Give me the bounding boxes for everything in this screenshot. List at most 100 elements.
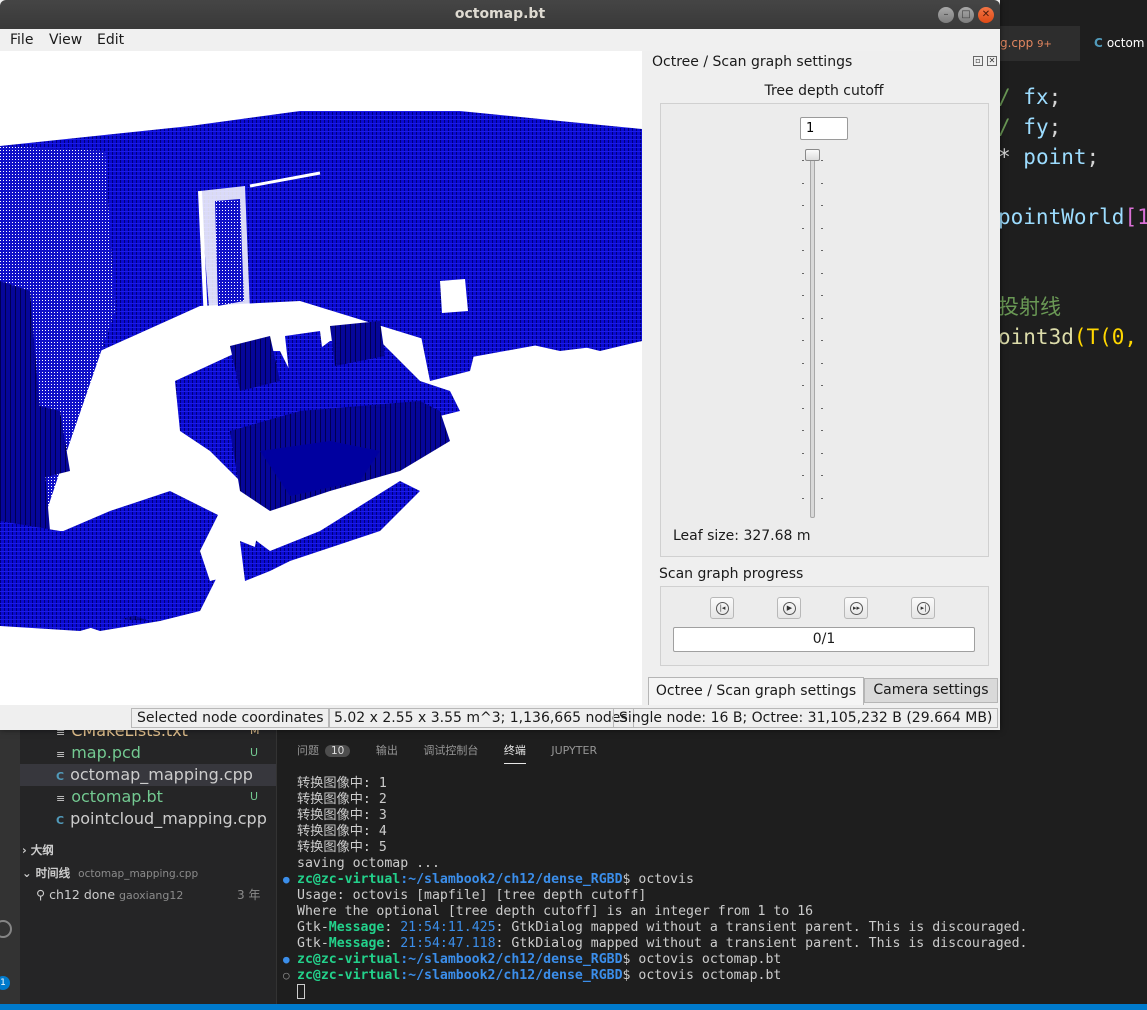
tree-depth-label: Tree depth cutoff <box>764 83 884 99</box>
tab-jupyter[interactable]: JUPYTER <box>551 744 597 757</box>
skip-start-icon: |◂ <box>716 602 729 615</box>
slider-tick <box>821 205 823 206</box>
slider-tick <box>821 272 823 274</box>
menu-file[interactable]: File <box>10 32 33 48</box>
slider-tick <box>802 452 804 454</box>
slider-tick <box>802 182 804 184</box>
tab-octree-settings[interactable]: Octree / Scan graph settings <box>648 677 864 705</box>
terminal-cursor-line <box>297 984 1027 1001</box>
vscode-status-bar <box>0 1004 1147 1010</box>
slider-tick <box>802 317 804 319</box>
leaf-size-label: Leaf size: 327.68 m <box>673 528 811 544</box>
tree-depth-slider-handle[interactable] <box>805 149 820 161</box>
tree-depth-spinbox[interactable]: 1 <box>800 117 848 140</box>
slider-tick <box>821 250 823 251</box>
menu-bar: File View Edit <box>0 29 1000 51</box>
slider-tick <box>821 407 823 409</box>
timeline-entry[interactable]: ⚲ ch12 done gaoxiang12 <box>36 884 183 906</box>
editor-tab-cpp[interactable]: g.cpp 9+ <box>1000 26 1080 61</box>
timeline-section-header[interactable]: ⌄ 时间线 octomap_mapping.cpp <box>22 862 198 884</box>
slider-tick <box>821 160 823 161</box>
terminal-line: 转换图像中: 5 <box>297 840 387 855</box>
terminal-line: 转换图像中: 3 <box>297 808 387 823</box>
dock-close-icon[interactable]: ✕ <box>987 56 997 66</box>
code-line: oint3d(T(0, <box>998 325 1138 349</box>
dock-title: Octree / Scan graph settings <box>652 54 853 70</box>
terminal-output[interactable]: 转换图像中: 1 转换图像中: 2 转换图像中: 3 转换图像中: 4 转换图像中: 5… <box>283 776 1027 1001</box>
slider-tick <box>821 340 823 341</box>
tab-output[interactable]: 输出 <box>376 742 398 758</box>
slider-tick <box>802 475 804 476</box>
file-item-map-pcd[interactable]: ≡ map.pcd <box>56 742 141 764</box>
terminal-line: saving octomap ... <box>297 856 440 871</box>
terminal-prompt-line: ● zc@zc-virtual:~/slambook2/ch12/dense_RG… <box>283 872 694 887</box>
menu-view[interactable]: View <box>49 32 82 48</box>
slider-tick <box>821 317 823 319</box>
slider-tick <box>802 340 804 341</box>
settings-update-badge[interactable]: 1 <box>0 976 10 990</box>
slider-tick <box>821 182 823 184</box>
timeline-age: 3 年 <box>237 888 261 902</box>
tab-camera-settings[interactable]: Camera settings <box>864 678 998 703</box>
editor-tab-label: octom <box>1106 36 1145 50</box>
step-forward-icon: ▸▸ <box>850 602 863 615</box>
slider-tick <box>802 227 804 229</box>
problems-count-badge: 10 <box>325 745 351 757</box>
map-dimensions: 5.02 x 2.55 x 3.55 m^3; 1,136,665 nodes <box>328 708 634 728</box>
panel-tabs: 问题 10 输出 调试控制台 终端 JUPYTER <box>297 742 619 764</box>
slider-tick <box>821 475 823 476</box>
terminal-line: Where the optional [tree depth cutoff] i… <box>297 904 814 919</box>
file-item-octomap-mapping[interactable]: Coctomap_mapping.cpp <box>56 764 253 786</box>
git-status-badge: U <box>250 746 259 759</box>
menu-edit[interactable]: Edit <box>97 32 124 48</box>
code-line: * point; <box>998 145 1100 169</box>
chevron-down-icon: ⌄ <box>22 866 36 880</box>
slider-tick <box>821 452 823 454</box>
octomap-render <box>0 111 642 631</box>
terminal-prompt-line: ● zc@zc-virtual:~/slambook2/ch12/dense_RG… <box>283 952 782 967</box>
slider-tick <box>802 430 804 431</box>
account-icon[interactable] <box>0 920 12 938</box>
editor-tab-bar: g.cpp 9+ Coctom <box>1000 26 1147 61</box>
command-status-icon: ● <box>283 953 290 966</box>
git-status-badge: U <box>250 790 259 803</box>
maximize-button[interactable]: □ <box>958 7 974 23</box>
window-titlebar[interactable]: octomap.bt – □ ✕ <box>0 0 1000 29</box>
code-line: / fx; <box>998 85 1062 109</box>
skip-to-start-button[interactable]: |◂ <box>710 597 734 619</box>
cpp-file-icon: C <box>56 814 65 827</box>
file-icon: ≡ <box>56 748 66 761</box>
slider-tick <box>821 362 823 364</box>
terminal-line: Usage: octovis [mapfile] [tree depth cut… <box>297 888 647 903</box>
file-item-pointcloud-mapping[interactable]: Cpointcloud_mapping.cpp <box>56 808 267 830</box>
tab-debug-console[interactable]: 调试控制台 <box>423 742 478 758</box>
tab-terminal[interactable]: 终端 <box>503 742 526 764</box>
octomap-3d-viewport[interactable] <box>0 51 642 705</box>
skip-to-end-button[interactable]: ▸| <box>911 597 935 619</box>
step-forward-button[interactable]: ▸▸ <box>844 597 868 619</box>
file-icon: ≡ <box>56 792 66 805</box>
skip-end-icon: ▸| <box>917 602 930 615</box>
terminal-line: 转换图像中: 1 <box>297 776 387 791</box>
editor-tab-octomap[interactable]: Coctom <box>1080 26 1147 61</box>
outline-section-header[interactable]: › 大纲 <box>22 839 54 861</box>
slider-tick <box>802 160 804 161</box>
file-item-octomap-bt[interactable]: ≡ octomap.bt <box>56 786 163 808</box>
cpp-file-icon: C <box>1094 36 1103 50</box>
selected-node-coordinates: Selected node coordinates <box>131 708 330 728</box>
slider-tick <box>802 205 804 206</box>
code-editor[interactable]: / fx; / fy; * point; pointWorld[1 投射线 oi… <box>998 82 1147 349</box>
minimize-button[interactable]: – <box>938 7 954 23</box>
slider-tick <box>821 430 823 431</box>
slider-tick <box>802 295 804 296</box>
play-button[interactable]: ▶ <box>777 597 801 619</box>
dock-float-icon[interactable]: ▫ <box>973 56 983 66</box>
octovis-window: octomap.bt – □ ✕ File View Edit Octree /… <box>0 0 1000 730</box>
tree-depth-slider-track[interactable] <box>810 154 815 518</box>
tab-problems[interactable]: 问题 10 <box>297 742 351 758</box>
slider-tick <box>802 250 804 251</box>
bottom-panel: 问题 10 输出 调试控制台 终端 JUPYTER 转换图像中: 1 转换图像中: … <box>276 730 1147 1004</box>
slider-tick <box>802 407 804 409</box>
close-button[interactable]: ✕ <box>978 7 994 23</box>
terminal-line: 转换图像中: 4 <box>297 824 387 839</box>
